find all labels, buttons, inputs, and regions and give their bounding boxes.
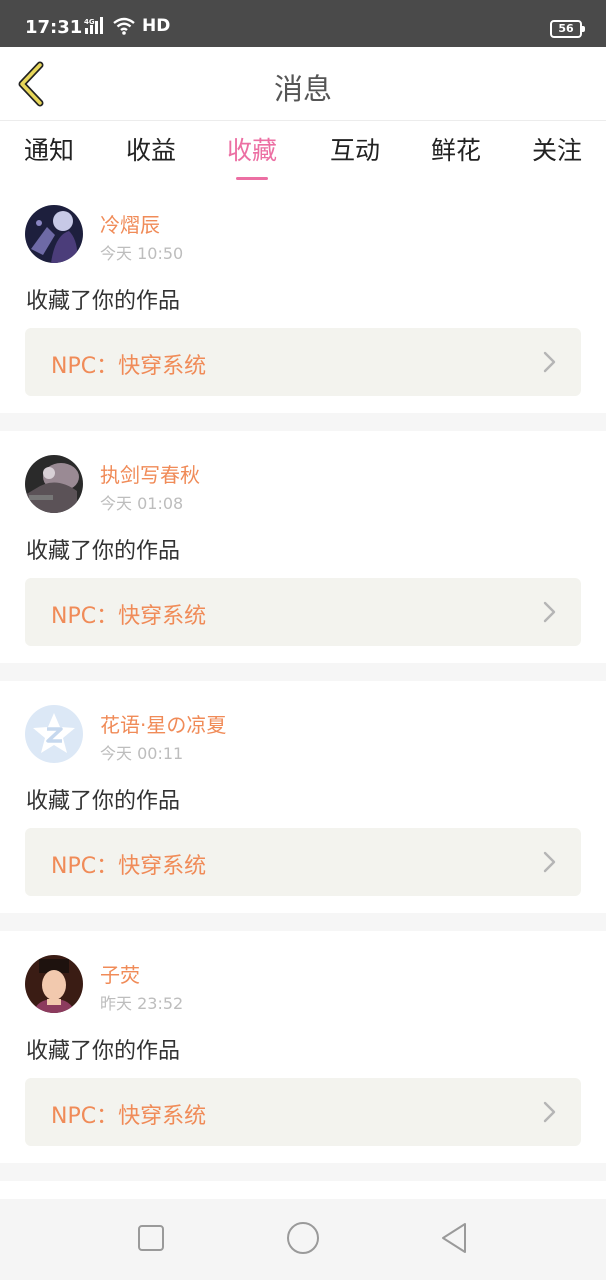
message-card: 执剑写春秋 今天 01:08 收藏了你的作品 NPC：快穿系统 [0,431,606,663]
chevron-right-icon [543,601,556,623]
back-triangle-icon[interactable] [438,1221,472,1255]
message-list: 冷熠辰 今天 10:50 收藏了你的作品 NPC：快穿系统 执剑写春秋 今天 0… [0,181,606,1181]
status-icons: 4G HD [84,16,170,36]
hd-indicator: HD [142,16,171,36]
avatar-image [25,455,83,513]
username[interactable]: 冷熠辰 [100,209,160,238]
action-text: 收藏了你的作品 [26,789,181,814]
avatar-image [25,205,83,263]
tab-flowers[interactable]: 鲜花 [431,131,481,167]
chevron-right-icon [543,1101,556,1123]
chevron-right-icon [543,851,556,873]
status-bar: 17:31 4G HD 56 [0,0,606,47]
divider [0,913,606,931]
divider [0,663,606,681]
timestamp: 昨天 23:52 [100,994,184,1013]
tab-label: 鲜花 [430,136,482,165]
avatar[interactable] [25,455,83,513]
work-title: NPC：快穿系统 [51,354,207,379]
page-title: 消息 [273,72,332,106]
work-link[interactable]: NPC：快穿系统 [25,828,581,896]
tab-label: 关注 [531,136,583,165]
default-avatar-icon [25,705,83,763]
tab-notifications[interactable]: 通知 [24,131,74,167]
tab-bar: 通知 收益 收藏 互动 鲜花 关注 [0,121,606,181]
username[interactable]: 子荧 [100,959,140,988]
tab-interactions[interactable]: 互动 [330,131,380,167]
work-title: NPC：快穿系统 [51,604,207,629]
avatar-image [25,955,83,1013]
message-card: 花语·星の凉夏 今天 00:11 收藏了你的作品 NPC：快穿系统 [0,681,606,913]
divider [0,1163,606,1181]
chevron-right-icon [543,351,556,373]
avatar[interactable] [25,705,83,763]
tab-earnings[interactable]: 收益 [126,131,176,167]
username[interactable]: 执剑写春秋 [100,459,200,488]
tab-label: 互动 [329,136,381,165]
signal-icon: 4G [84,17,103,34]
wifi-icon [113,17,135,35]
tab-label: 通知 [23,136,75,165]
battery-icon: 56 [550,20,585,38]
tab-label: 收益 [125,136,177,165]
username[interactable]: 花语·星の凉夏 [100,709,226,738]
work-link[interactable]: NPC：快穿系统 [25,1078,581,1146]
active-tab-indicator [235,177,268,180]
home-circle-icon[interactable] [286,1221,320,1255]
header: 消息 [0,47,606,121]
status-time: 17:31 [25,17,83,38]
tab-label: 收藏 [226,136,278,165]
divider [0,413,606,431]
message-card: 子荧 昨天 23:52 收藏了你的作品 NPC：快穿系统 [0,931,606,1163]
navigation-bar [0,1199,606,1280]
recents-square-icon[interactable] [134,1221,168,1255]
tab-following[interactable]: 关注 [532,131,582,167]
action-text: 收藏了你的作品 [26,1039,181,1064]
message-card: 冷熠辰 今天 10:50 收藏了你的作品 NPC：快穿系统 [0,181,606,413]
action-text: 收藏了你的作品 [26,289,181,314]
tab-favorites[interactable]: 收藏 [226,131,278,180]
work-link[interactable]: NPC：快穿系统 [25,328,581,396]
timestamp: 今天 00:11 [100,744,184,763]
battery-level: 56 [558,22,574,35]
work-link[interactable]: NPC：快穿系统 [25,578,581,646]
avatar[interactable] [25,955,83,1013]
avatar[interactable] [25,205,83,263]
work-title: NPC：快穿系统 [51,854,207,879]
timestamp: 今天 01:08 [100,494,184,513]
timestamp: 今天 10:50 [100,244,184,263]
work-title: NPC：快穿系统 [51,1104,207,1129]
network-type: 4G [84,18,95,26]
action-text: 收藏了你的作品 [26,539,181,564]
